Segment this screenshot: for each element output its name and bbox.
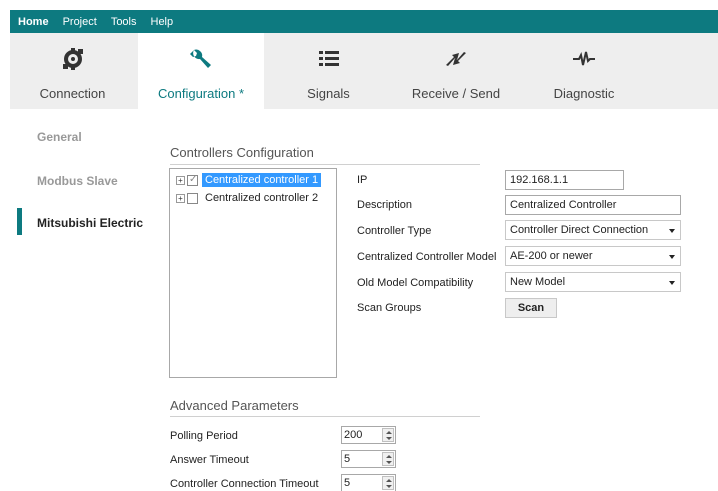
- pulse-icon: [573, 51, 595, 66]
- old-model-select[interactable]: New Model: [505, 272, 681, 292]
- nav-mitsubishi-electric[interactable]: Mitsubishi Electric: [37, 216, 143, 230]
- expand-icon[interactable]: +: [176, 193, 185, 203]
- answer-timeout-value: 5: [344, 453, 351, 465]
- ip-field[interactable]: 192.168.1.1: [505, 170, 624, 190]
- answer-timeout-stepper[interactable]: 5: [341, 450, 396, 468]
- nav-general[interactable]: General: [37, 130, 82, 144]
- gear-connection-icon: [62, 48, 83, 70]
- model-label: Centralized Controller Model: [357, 251, 497, 263]
- tab-label: Diagnostic: [553, 86, 615, 101]
- tree-item-label: Centralized controller 2: [205, 192, 319, 204]
- stepper-down-icon[interactable]: [386, 485, 392, 488]
- old-model-label: Old Model Compatibility: [357, 277, 474, 289]
- model-select[interactable]: AE-200 or newer: [505, 246, 681, 266]
- wrench-icon: [190, 49, 211, 68]
- tree-item[interactable]: + Centralized controller 1: [176, 173, 322, 187]
- stepper-buttons[interactable]: [382, 452, 394, 466]
- controllers-tree[interactable]: + Centralized controller 1 + Centralized…: [169, 168, 337, 378]
- menu-tools[interactable]: Tools: [111, 16, 137, 28]
- ip-label: IP: [357, 174, 368, 186]
- controller-type-label: Controller Type: [357, 225, 432, 237]
- polling-period-value: 200: [344, 429, 363, 441]
- nav-modbus-slave[interactable]: Modbus Slave: [37, 174, 118, 188]
- tab-configuration[interactable]: Configuration *: [138, 33, 264, 109]
- menu-bar: Home Project Tools Help: [10, 10, 718, 33]
- tree-checkbox[interactable]: [187, 174, 198, 186]
- menu-home[interactable]: Home: [18, 16, 49, 28]
- chevron-down-icon: [669, 281, 675, 285]
- answer-timeout-label: Answer Timeout: [170, 454, 249, 466]
- connection-timeout-value: 5: [344, 477, 351, 489]
- main-toolbar: Connection Configuration * Signals Recei…: [10, 33, 718, 109]
- controller-type-value: Controller Direct Connection: [510, 224, 649, 236]
- tree-item-label: Centralized controller 1: [202, 173, 322, 187]
- polling-period-stepper[interactable]: 200: [341, 426, 396, 444]
- tab-label: Signals: [307, 86, 350, 101]
- stepper-up-icon[interactable]: [386, 431, 392, 434]
- menu-help[interactable]: Help: [151, 16, 174, 28]
- section-divider: [170, 164, 480, 165]
- tab-signals[interactable]: Signals: [266, 33, 391, 109]
- section-divider: [170, 416, 480, 417]
- chevron-down-icon: [669, 229, 675, 233]
- expand-icon[interactable]: +: [176, 175, 185, 185]
- description-field[interactable]: Centralized Controller: [505, 195, 681, 215]
- connection-timeout-label: Controller Connection Timeout: [170, 478, 319, 490]
- list-icon: [318, 51, 339, 66]
- model-value: AE-200 or newer: [510, 250, 593, 262]
- chevron-down-icon: [669, 255, 675, 259]
- nav-active-indicator: [17, 208, 22, 235]
- tab-label: Connection: [39, 86, 106, 101]
- stepper-buttons[interactable]: [382, 428, 394, 442]
- tree-item[interactable]: + Centralized controller 2: [176, 191, 321, 205]
- stepper-up-icon[interactable]: [386, 455, 392, 458]
- scan-button[interactable]: Scan: [505, 298, 557, 318]
- controller-type-select[interactable]: Controller Direct Connection: [505, 220, 681, 240]
- controllers-title: Controllers Configuration: [170, 145, 314, 160]
- menu-project[interactable]: Project: [63, 16, 97, 28]
- tree-checkbox[interactable]: [187, 192, 198, 204]
- tab-label: Receive / Send: [411, 86, 501, 101]
- old-model-value: New Model: [510, 276, 566, 288]
- polling-period-label: Polling Period: [170, 430, 238, 442]
- description-label: Description: [357, 199, 413, 211]
- tab-receive-send[interactable]: Receive / Send: [393, 33, 519, 109]
- tab-label: Configuration *: [158, 86, 244, 101]
- stepper-buttons[interactable]: [382, 476, 394, 490]
- connection-timeout-stepper[interactable]: 5: [341, 474, 396, 491]
- scan-groups-label: Scan Groups: [357, 302, 422, 314]
- advanced-title: Advanced Parameters: [170, 398, 299, 413]
- stepper-down-icon[interactable]: [386, 461, 392, 464]
- stepper-down-icon[interactable]: [386, 437, 392, 440]
- tab-connection[interactable]: Connection: [10, 33, 135, 109]
- arrows-icon: [446, 52, 466, 66]
- stepper-up-icon[interactable]: [386, 479, 392, 482]
- tab-diagnostic[interactable]: Diagnostic: [521, 33, 647, 109]
